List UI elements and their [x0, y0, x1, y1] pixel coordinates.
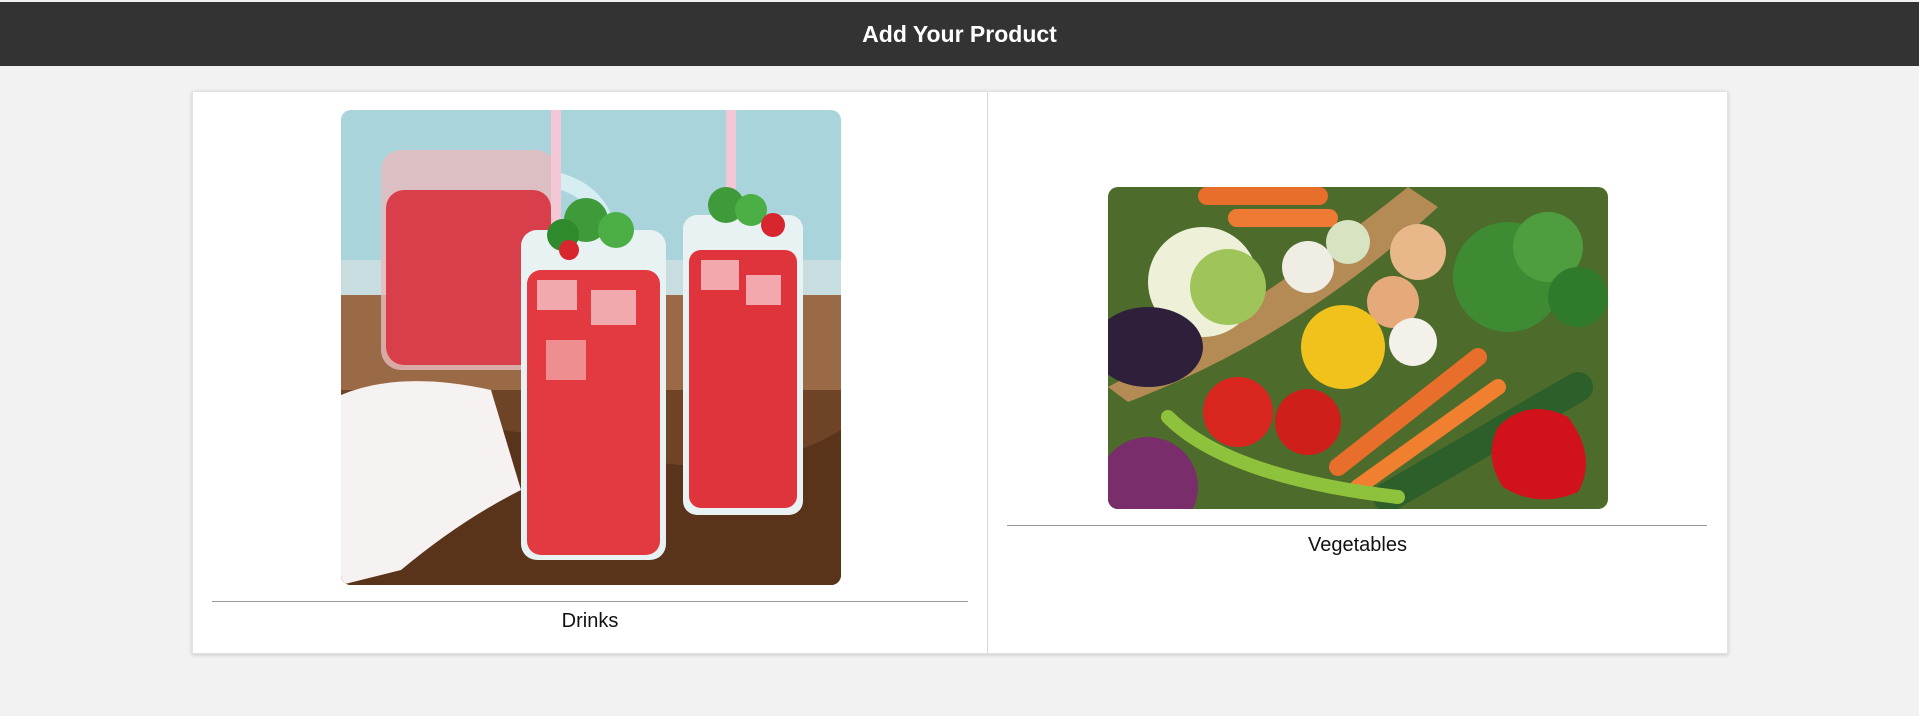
- header-bar: Add Your Product: [0, 2, 1919, 66]
- vegetables-divider: [1007, 525, 1707, 526]
- category-panel: Drinks Vegetables: [192, 91, 1728, 654]
- category-card-vegetables[interactable]: Vegetables: [988, 92, 1727, 653]
- category-label-drinks: Drinks: [561, 610, 619, 632]
- category-card-drinks[interactable]: Drinks: [193, 92, 988, 653]
- page-title: Add Your Product: [862, 20, 1057, 47]
- vegetables-image[interactable]: [1108, 187, 1608, 509]
- category-label-vegetables: Vegetables: [1308, 534, 1407, 556]
- drinks-divider: [212, 601, 968, 602]
- drinks-image[interactable]: [341, 110, 841, 585]
